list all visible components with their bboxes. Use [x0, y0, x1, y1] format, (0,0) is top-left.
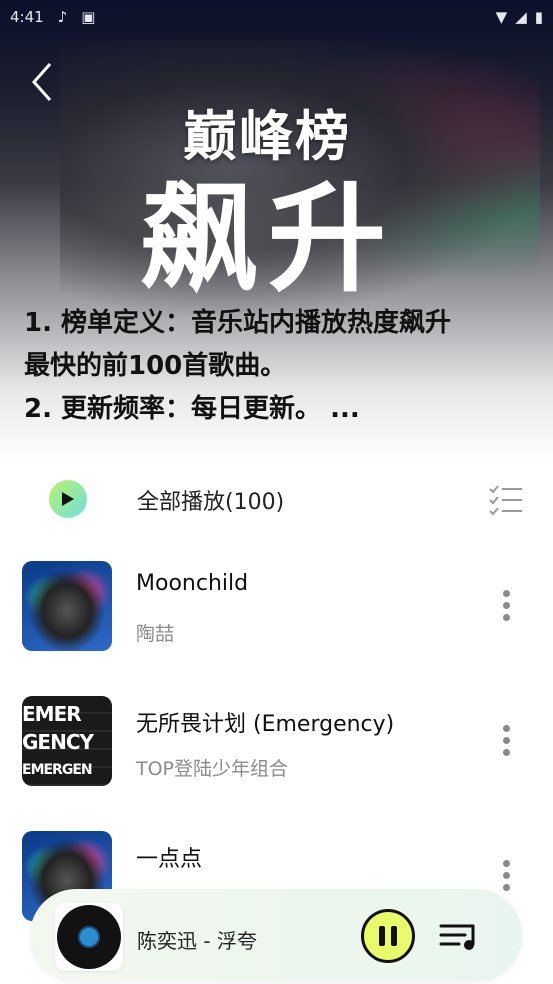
music-note-icon: ♪ — [57, 8, 68, 26]
back-arrow-icon[interactable] — [28, 60, 58, 104]
album-cover — [22, 561, 112, 651]
battery-icon: ▮ — [534, 8, 543, 26]
play-icon — [62, 492, 74, 506]
more-options-icon[interactable] — [500, 590, 512, 624]
chart-description[interactable]: 1. 榜单定义：音乐站内播放热度飙升 最快的前100首歌曲。 2. 更新频率：每… — [24, 302, 529, 431]
chart-title: 飙升 — [140, 170, 397, 308]
song-artist: 陶喆 — [136, 623, 175, 645]
song-artist: TOP登陆少年组合 — [136, 758, 289, 780]
description-line: 1. 榜单定义：音乐站内播放热度飙升 — [24, 308, 452, 338]
status-bar: 4:41 ♪ ▣ ▼ ◢ ▮ — [10, 6, 543, 28]
status-time: 4:41 — [10, 8, 44, 26]
wifi-icon: ▼ — [495, 8, 508, 26]
multi-select-list-icon[interactable] — [488, 483, 524, 517]
play-all-button[interactable] — [49, 480, 87, 518]
pause-button[interactable] — [361, 909, 415, 963]
description-line: 2. 更新频率：每日更新。 ... — [24, 394, 360, 424]
chart-logo: 巅峰榜 — [183, 105, 351, 168]
sim-icon: ▣ — [81, 8, 96, 26]
cover-text: GENCY — [22, 730, 94, 754]
song-row[interactable]: Moonchild 陶喆 — [0, 550, 553, 660]
signal-icon: ◢ — [515, 8, 527, 26]
vinyl-disc-icon[interactable] — [55, 903, 123, 971]
song-title: 无所畏计划 (Emergency) — [136, 712, 395, 737]
playlist-queue-icon[interactable] — [439, 920, 481, 952]
more-options-icon[interactable] — [500, 860, 512, 894]
cover-text: EMER — [22, 702, 82, 726]
play-all-label: 全部播放(100) — [137, 490, 285, 515]
description-line: 最快的前100首歌曲。 — [24, 351, 287, 381]
now-playing-text[interactable]: 陈奕迅 - 浮夸 — [137, 925, 257, 954]
more-options-icon[interactable] — [500, 725, 512, 759]
chart-header: 4:41 ♪ ▣ ▼ ◢ ▮ 巅峰榜 飙升 1. 榜单定义：音乐站内播放热度飙升… — [0, 0, 553, 460]
cover-text: EMERGEN — [22, 762, 93, 778]
album-cover: EMER GENCY EMERGEN — [22, 696, 112, 786]
song-title: 一点点 — [136, 847, 203, 872]
song-title: Moonchild — [136, 571, 249, 596]
song-row[interactable]: EMER GENCY EMERGEN 无所畏计划 (Emergency) TOP… — [0, 685, 553, 795]
